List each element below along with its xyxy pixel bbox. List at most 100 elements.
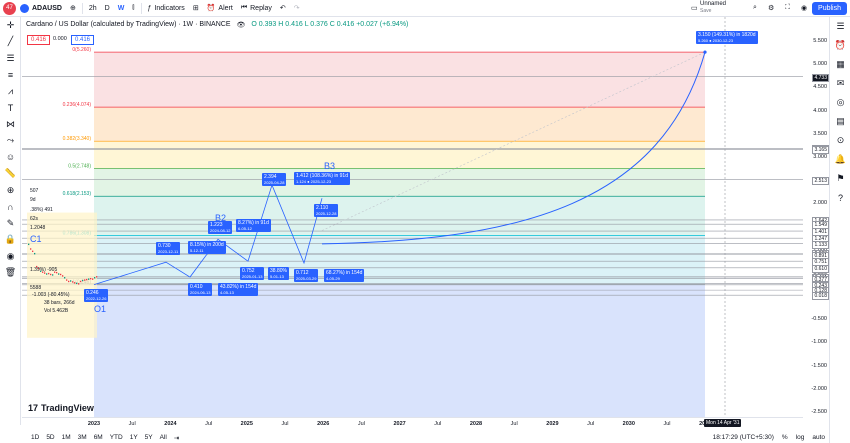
time-tick: 2030 bbox=[622, 421, 635, 427]
wave-label[interactable]: B3 bbox=[324, 161, 335, 171]
sell-price[interactable]: 0.416 bbox=[27, 35, 51, 45]
symbol-name: ADAUSD bbox=[32, 4, 62, 12]
candle bbox=[64, 277, 66, 279]
wave-annotation[interactable]: 43.82%) in 154d 4-05-13 bbox=[218, 283, 259, 296]
lock-icon[interactable]: 🔒 bbox=[0, 232, 21, 249]
range-6m[interactable]: 6M bbox=[94, 434, 103, 441]
ruler-icon[interactable]: 📏 bbox=[0, 166, 21, 183]
indicators-button[interactable]: ƒ Indicators bbox=[144, 0, 189, 17]
zoom-icon[interactable]: ⊕ bbox=[0, 182, 21, 199]
symbol-search[interactable]: ADAUSD bbox=[16, 0, 66, 17]
redo-button[interactable]: ↷ bbox=[290, 0, 304, 17]
wave-annotation[interactable]: 2.110 2025-12-28 bbox=[314, 204, 339, 217]
user-avatar[interactable]: 47 bbox=[3, 1, 16, 15]
notifications-icon[interactable]: 🔔 bbox=[830, 150, 850, 169]
divider bbox=[81, 2, 83, 14]
range-5d[interactable]: 5D bbox=[46, 434, 54, 441]
range-3m[interactable]: 3M bbox=[78, 434, 87, 441]
data-window-icon[interactable]: ▦ bbox=[830, 55, 850, 74]
lock-drawing-icon[interactable]: ✎ bbox=[0, 215, 21, 232]
timeframe-d[interactable]: D bbox=[101, 0, 114, 17]
text-icon[interactable]: T bbox=[0, 100, 21, 117]
snapshot-icon[interactable]: ◉ bbox=[797, 0, 811, 17]
log-toggle[interactable]: log bbox=[796, 434, 805, 441]
timeframe-w[interactable]: W bbox=[114, 0, 129, 17]
help-icon[interactable]: ? bbox=[830, 188, 850, 207]
range-all[interactable]: All bbox=[160, 434, 167, 441]
forecast-icon[interactable]: ⤳ bbox=[0, 133, 21, 150]
horizontal-lines-icon[interactable]: ☰ bbox=[0, 50, 21, 67]
fullscreen-icon[interactable]: ⛶ bbox=[781, 0, 794, 17]
replay-button[interactable]: ⏮ Replay bbox=[237, 0, 276, 17]
wave-annotation[interactable]: 0.752 2025-01-13 bbox=[240, 267, 265, 280]
wave-label[interactable]: C1 bbox=[30, 234, 42, 244]
chart-pane[interactable]: 0(5.260) 0.236(4.074) 0.382(3.340) 0.5(2.74… bbox=[22, 17, 803, 417]
time-axis[interactable]: 2023 Jul 2024 Jul 2025 Jul 2026 Jul 2027 Jul 2028 J… bbox=[22, 417, 803, 429]
range-5y[interactable]: 5Y bbox=[145, 434, 153, 441]
wave-annotation[interactable]: 1.412 (108.36%) in 91d 1.124 ● 2025-12-23 bbox=[294, 172, 350, 185]
magnet-icon[interactable]: ∩ bbox=[0, 199, 21, 216]
chart-type-button[interactable]: ⫾ bbox=[128, 0, 138, 17]
crosshair-icon[interactable]: ✛ bbox=[0, 17, 21, 34]
auto-toggle[interactable]: auto bbox=[812, 434, 825, 441]
clock[interactable]: 18:17:29 (UTC+5:30) bbox=[713, 434, 774, 441]
measure-value: 5588 bbox=[30, 285, 42, 291]
templates-button[interactable]: ⊞ bbox=[189, 0, 203, 17]
publish-button[interactable]: Publish bbox=[812, 2, 847, 15]
wave-label[interactable]: O1 bbox=[94, 304, 106, 314]
chat-icon[interactable]: ✉ bbox=[830, 74, 850, 93]
buy-price[interactable]: 0.416 bbox=[71, 35, 95, 45]
time-tick: Jul bbox=[434, 421, 442, 427]
alerts-icon[interactable]: ⏰ bbox=[830, 36, 850, 55]
go-to-date-icon[interactable]: ⇥ bbox=[174, 434, 179, 442]
wave-annotation[interactable]: 0.410 2024-06-13 bbox=[188, 283, 213, 296]
wave-annotation[interactable]: 0.730 2023-12-11 bbox=[156, 242, 181, 255]
fib-icon[interactable]: ≡ bbox=[0, 67, 21, 84]
ideas-icon[interactable]: ◎ bbox=[830, 93, 850, 112]
fib-zone bbox=[94, 52, 705, 108]
wave-annotation[interactable]: 0.712 2025-03-29 bbox=[294, 269, 319, 282]
streams-icon[interactable]: ⊙ bbox=[830, 131, 850, 150]
smile-icon[interactable]: ☺ bbox=[0, 149, 21, 166]
eye-icon[interactable]: 👁 bbox=[237, 21, 246, 29]
price-axis[interactable]: 5.5005.0004.5004.0003.5003.0002.5002.000… bbox=[803, 17, 829, 417]
percent-toggle[interactable]: % bbox=[782, 434, 788, 441]
trash-icon[interactable]: 🗑 bbox=[0, 265, 21, 282]
calendar-icon[interactable]: ▤ bbox=[830, 112, 850, 131]
search-icon[interactable]: ⌕ bbox=[749, 0, 761, 17]
layout-icon[interactable]: ▭ bbox=[687, 0, 702, 17]
wave-annotation[interactable]: 0.246 2022-12-26 bbox=[84, 289, 109, 302]
pattern-xabcd-icon[interactable]: ⋈ bbox=[0, 116, 21, 133]
range-1d[interactable]: 1D bbox=[31, 434, 39, 441]
wave-label[interactable]: B2 bbox=[215, 213, 226, 223]
alert-label: Alert bbox=[218, 4, 233, 12]
alert-button[interactable]: ⏰ Alert bbox=[203, 0, 237, 17]
watchlist-icon[interactable]: ☰ bbox=[830, 17, 850, 36]
wave-annotation[interactable]: 68.27%) in 154d 4-05-29 bbox=[324, 269, 365, 282]
layout-switcher[interactable]: Unnamed Save bbox=[700, 1, 726, 15]
range-ytd[interactable]: YTD bbox=[110, 434, 123, 441]
eye-icon[interactable]: ◉ bbox=[0, 248, 21, 265]
chart-canvas[interactable]: 0(5.260) 0.236(4.074) 0.382(3.340) 0.5(2.74… bbox=[22, 17, 803, 417]
candle bbox=[70, 280, 72, 282]
replay-icon: ⏮ bbox=[240, 4, 248, 11]
price-level-tag: 0.018 bbox=[812, 292, 829, 301]
hotlist-icon[interactable]: ⚑ bbox=[830, 169, 850, 188]
compare-button[interactable]: ⊕ bbox=[66, 0, 80, 17]
wave-annotation[interactable]: 2.394 2025-04-28 bbox=[262, 173, 287, 186]
settings-icon[interactable]: ⚙ bbox=[764, 0, 778, 17]
wave-annotation[interactable]: 3.150 (149.31%) in 1820d 5.260 ● 2030-12-… bbox=[696, 31, 758, 44]
price-tick: -1.500 bbox=[811, 362, 827, 369]
range-1m[interactable]: 1M bbox=[62, 434, 71, 441]
trend-line-icon[interactable]: ╱ bbox=[0, 34, 21, 51]
pattern-icon[interactable]: ⩘ bbox=[0, 83, 21, 100]
candle bbox=[62, 275, 64, 277]
price-tick: -0.500 bbox=[811, 316, 827, 323]
undo-button[interactable]: ↶ bbox=[276, 0, 290, 17]
range-1y[interactable]: 1Y bbox=[130, 434, 138, 441]
wave-annotation[interactable]: 38.80% 5-01-13 bbox=[268, 267, 289, 280]
ohlc-values: O 0.393 H 0.416 L 0.376 C 0.416 +0.027 (… bbox=[251, 21, 409, 28]
wave-annotation[interactable]: 8.15%) in 200d 5-12-11 bbox=[188, 241, 226, 254]
wave-annotation[interactable]: 8.27%) in 91d 6-05-12 bbox=[236, 219, 271, 232]
timeframe-2h[interactable]: 2h bbox=[85, 0, 101, 17]
